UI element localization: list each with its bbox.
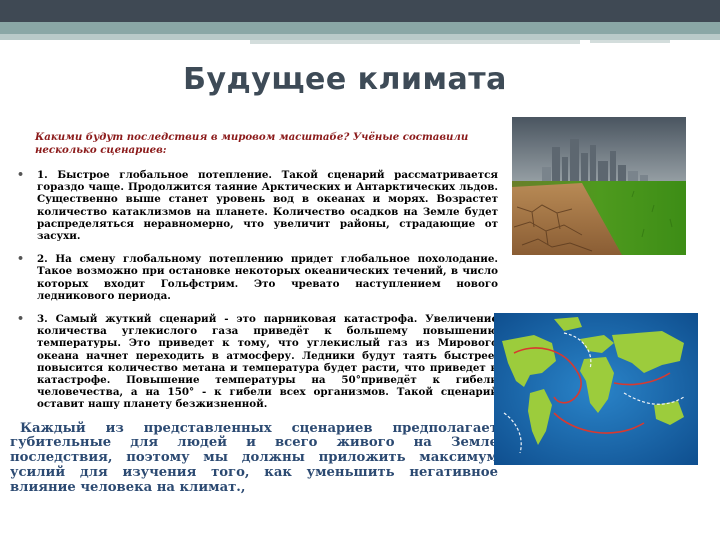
bullet-icon: • [17, 312, 25, 326]
bullet-icon: • [17, 168, 25, 181]
ocean-currents-map-image [494, 313, 698, 465]
scenario-text: 1. Быстрое глобальное потепление. Такой … [37, 169, 498, 243]
scenario-item: • 2. На смену глобальному потеплению прид… [10, 253, 498, 302]
slide-title: Будущее климата [183, 62, 507, 97]
scenario-item: • 3. Самый жуткий сценарий - это парников… [10, 312, 498, 411]
scenario-item: • 1. Быстрое глобальное потепление. Такой… [10, 168, 498, 243]
header-accent-line [250, 40, 580, 44]
header-stripe [0, 22, 720, 34]
slide-body: Какими будут последствия в мировом масшт… [10, 131, 498, 496]
conclusion-text: Каждый из представленных сценариев предп… [10, 420, 498, 495]
header-accent-line-short [590, 40, 670, 43]
climate-contrast-image [512, 117, 686, 255]
header-bar [0, 0, 720, 22]
scenario-text: 3. Самый жуткий сценарий - это парникова… [37, 313, 498, 411]
scenario-list: • 1. Быстрое глобальное потепление. Такой… [10, 168, 498, 411]
bullet-icon: • [17, 252, 25, 266]
scenario-text: 2. На смену глобальному потеплению приде… [37, 253, 498, 302]
intro-text: Какими будут последствия в мировом масшт… [35, 131, 469, 156]
